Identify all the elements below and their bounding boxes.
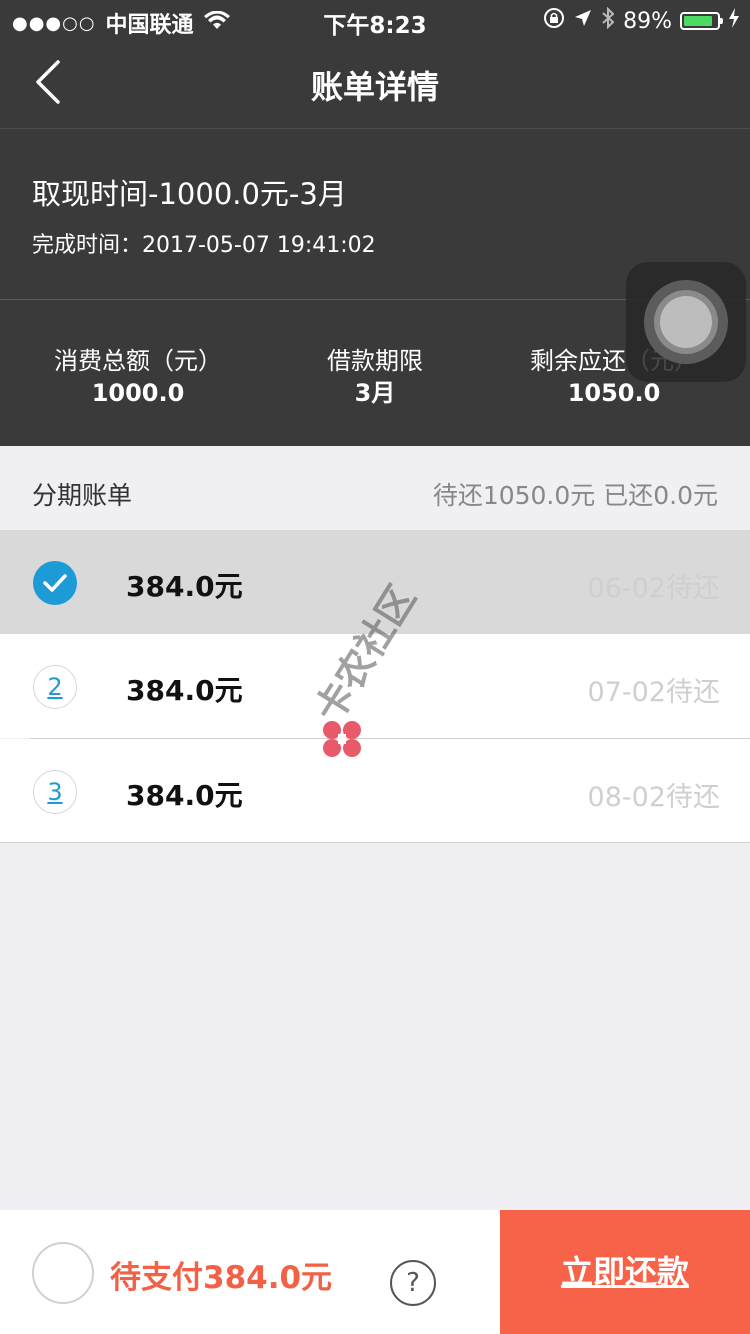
installment-row[interactable]: 2 384.0元 07-02待还 [0, 634, 750, 738]
row-divider [0, 842, 750, 843]
installment-amount: 384.0元 [126, 570, 243, 603]
installments-info: 待还1050.0元 已还0.0元 [432, 481, 718, 510]
pending-amount: 待支付384.0元 [110, 1260, 333, 1296]
rotation-lock-icon [543, 7, 565, 35]
page-title: 账单详情 [310, 68, 439, 106]
navigation-bar: 账单详情 [0, 40, 750, 128]
checkmark-icon[interactable] [33, 561, 77, 605]
installment-row[interactable]: 384.0元 06-02待还 [0, 530, 750, 634]
bottom-action-bar: 待支付384.0元 ? 立即还款 [0, 1210, 750, 1334]
installment-due: 08-02待还 [587, 782, 720, 813]
battery-level [684, 16, 712, 26]
installment-number[interactable]: 3 [33, 770, 77, 814]
status-bar: ●●●○○ 中国联通 下午8:23 89% [0, 0, 750, 40]
bill-title: 取现时间-1000.0元-3月 [32, 177, 347, 211]
stat-value: 1000.0 [91, 379, 185, 407]
assistive-touch-button[interactable] [626, 262, 746, 382]
complete-time: 完成时间：2017-05-07 19:41:02 [32, 233, 376, 258]
bluetooth-icon [601, 6, 615, 35]
stat-value: 3月 [354, 379, 396, 407]
installments-label: 分期账单 [32, 481, 133, 510]
stat-total-amount: 消费总额（元） 1000.0 [18, 345, 258, 409]
location-arrow-icon [573, 8, 593, 34]
stat-label: 消费总额（元） [54, 347, 222, 375]
installment-amount: 384.0元 [126, 674, 243, 707]
battery-percent: 89% [623, 8, 672, 34]
installment-row[interactable]: 3 384.0元 08-02待还 [0, 739, 750, 843]
installment-due: 07-02待还 [587, 677, 720, 708]
battery-icon [680, 12, 723, 30]
stat-loan-term: 借款期限 3月 [255, 345, 495, 409]
installments-header: 分期账单 待还1050.0元 已还0.0元 [0, 446, 750, 530]
status-right: 89% [543, 6, 740, 35]
select-all-radio[interactable] [32, 1242, 94, 1304]
help-icon[interactable]: ? [390, 1260, 436, 1306]
installment-number[interactable]: 2 [33, 665, 77, 709]
installment-amount: 384.0元 [126, 779, 243, 812]
assistive-touch-ring [660, 296, 712, 348]
charging-icon [728, 8, 740, 34]
stat-label: 借款期限 [327, 347, 423, 375]
repay-now-button[interactable]: 立即还款 [500, 1210, 750, 1334]
installment-due: 06-02待还 [587, 573, 720, 604]
